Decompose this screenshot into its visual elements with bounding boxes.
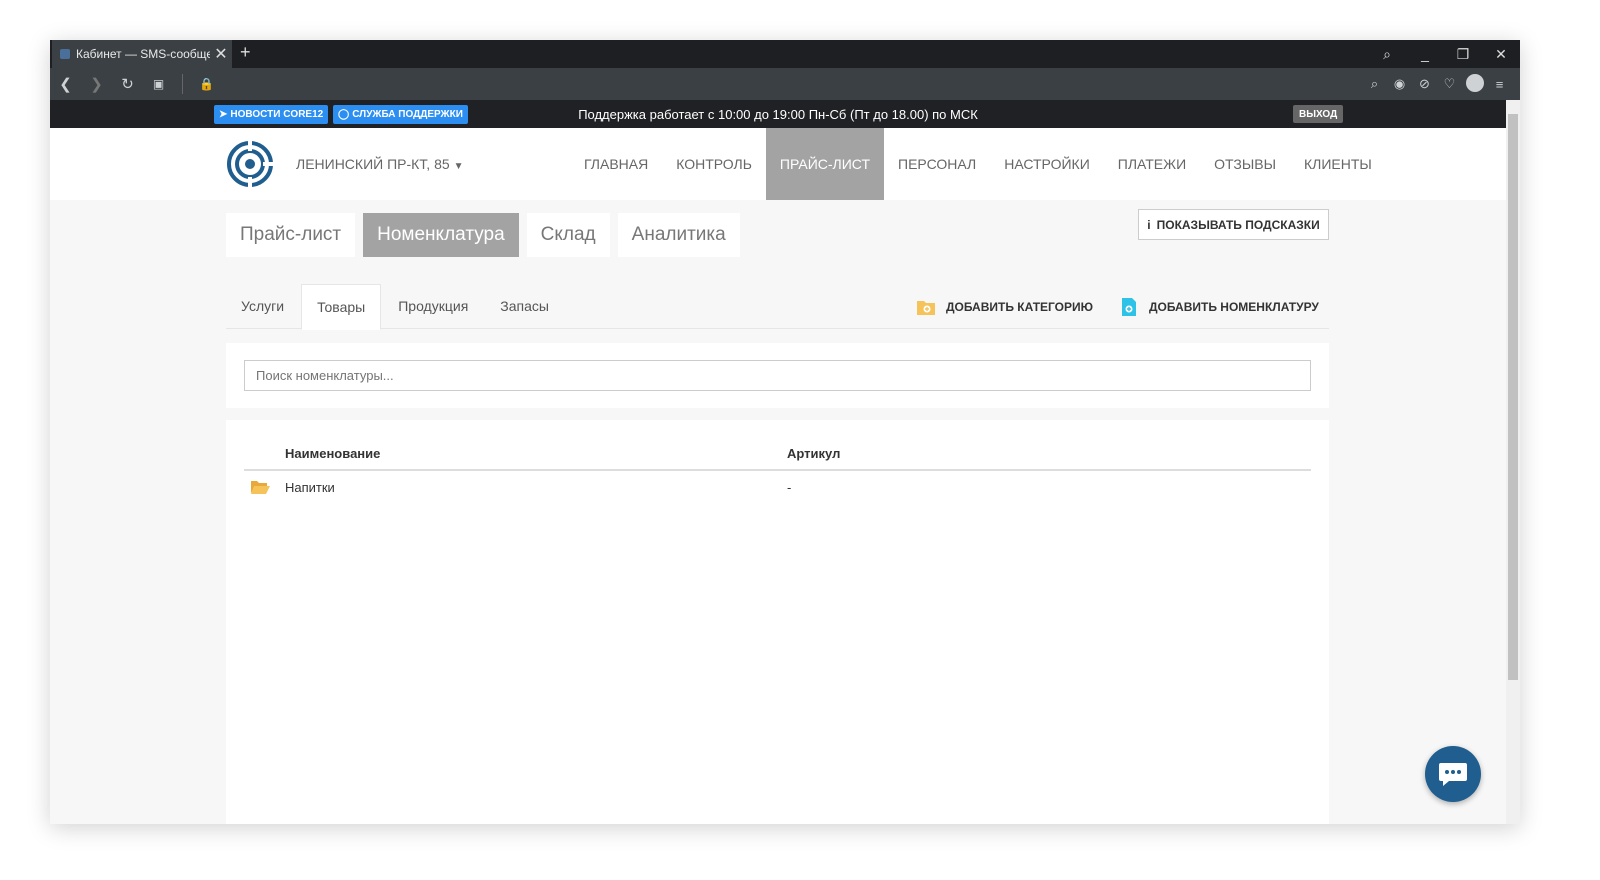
scrollbar-thumb[interactable]	[1508, 114, 1518, 680]
add-category-label: ДОБАВИТЬ КАТЕГОРИЮ	[946, 300, 1094, 314]
restore-icon[interactable]: ❐	[1444, 46, 1482, 63]
info-icon: i	[1147, 217, 1151, 232]
address-bar-tools: ⌕ ◉ ⊘ ♡ ≡	[1362, 68, 1512, 100]
browser-window: Кабинет — SMS-сообщения ✕ + ⌕ _ ❐ ✕ ❮ ❯ …	[50, 40, 1520, 824]
search-input[interactable]	[244, 360, 1311, 391]
logo-icon[interactable]	[226, 140, 274, 188]
table-row[interactable]: Напитки -	[244, 473, 1311, 505]
chat-icon	[1439, 763, 1467, 786]
menu-icon[interactable]: ≡	[1487, 77, 1512, 92]
browser-tab-bar: Кабинет — SMS-сообщения ✕ + ⌕ _ ❐ ✕	[50, 40, 1520, 68]
menu-item-price-list[interactable]: ПРАЙС-ЛИСТ	[765, 128, 884, 200]
camera-icon[interactable]: ◉	[1387, 76, 1412, 92]
file-add-icon	[1122, 298, 1136, 316]
menu-item-settings[interactable]: НАСТРОЙКИ	[990, 128, 1104, 200]
tab-analytics[interactable]: Аналитика	[617, 213, 740, 257]
lock-icon[interactable]: 🔒	[191, 77, 222, 91]
main-menu: ГЛАВНАЯ КОНТРОЛЬ ПРАЙС-ЛИСТ ПЕРСОНАЛ НАС…	[570, 128, 1386, 200]
tab-warehouse[interactable]: Склад	[526, 213, 610, 257]
close-tab-icon[interactable]: ✕	[210, 44, 232, 64]
page-content: Прайс-лист Номенклатура Склад Аналитика …	[50, 200, 1506, 824]
show-hints-label: ПОКАЗЫВАТЬ ПОДСКАЗКИ	[1156, 217, 1320, 232]
location-selector[interactable]: ЛЕНИНСКИЙ ПР-КТ, 85 ▼	[296, 156, 463, 172]
page-scrollbar[interactable]	[1506, 100, 1520, 824]
chat-button[interactable]	[1425, 746, 1481, 802]
nomenclature-table: Наименование Артикул Напитки -	[226, 420, 1329, 824]
folder-add-icon	[917, 301, 935, 315]
heart-icon[interactable]: ♡	[1437, 76, 1462, 92]
notice-bar: ➤ НОВОСТИ CORE12 ◯ СЛУЖБА ПОДДЕРЖКИ Подд…	[50, 100, 1506, 128]
tab-products[interactable]: Продукция	[383, 284, 483, 329]
add-nomenclature-label: ДОБАВИТЬ НОМЕНКЛАТУРУ	[1149, 300, 1319, 314]
menu-item-staff[interactable]: ПЕРСОНАЛ	[884, 128, 990, 200]
forward-icon[interactable]: ❯	[81, 75, 112, 93]
table-header: Наименование Артикул	[244, 442, 1311, 471]
tab-price-list[interactable]: Прайс-лист	[226, 213, 356, 257]
menu-item-clients[interactable]: КЛИЕНТЫ	[1290, 128, 1386, 200]
search-icon[interactable]: ⌕	[1368, 46, 1406, 63]
back-icon[interactable]: ❮	[50, 75, 81, 93]
menu-item-home[interactable]: ГЛАВНАЯ	[570, 128, 662, 200]
address-bar: ❮ ❯ ↻ ▣ 🔒 ⌕ ◉ ⊘ ♡ ≡	[50, 68, 1520, 100]
folder-open-icon	[251, 481, 270, 494]
add-nomenclature-button[interactable]: ДОБАВИТЬ НОМЕНКЛАТУРУ	[1119, 296, 1319, 318]
row-name[interactable]: Напитки	[285, 480, 335, 495]
location-label: ЛЕНИНСКИЙ ПР-КТ, 85	[296, 156, 450, 172]
avatar[interactable]	[1462, 73, 1487, 95]
tab-nomenclature[interactable]: Номенклатура	[363, 213, 519, 257]
tab-services[interactable]: Услуги	[226, 284, 299, 329]
search-panel	[226, 343, 1329, 408]
reload-icon[interactable]: ↻	[112, 75, 143, 93]
new-tab-icon[interactable]: +	[240, 42, 251, 63]
window-controls: ⌕ _ ❐ ✕	[1368, 40, 1520, 68]
exit-button[interactable]: ВЫХОД	[1293, 105, 1344, 123]
tab-stocks[interactable]: Запасы	[485, 284, 564, 329]
support-hours-message: Поддержка работает с 10:00 до 19:00 Пн-С…	[578, 107, 978, 122]
add-category-button[interactable]: ДОБАВИТЬ КАТЕГОРИЮ	[916, 296, 1093, 318]
menu-item-payments[interactable]: ПЛАТЕЖИ	[1104, 128, 1200, 200]
menu-item-control[interactable]: КОНТРОЛЬ	[662, 128, 766, 200]
minimize-icon[interactable]: _	[1406, 46, 1444, 62]
show-hints-button[interactable]: i ПОКАЗЫВАТЬ ПОДСКАЗКИ	[1138, 209, 1329, 240]
block-icon[interactable]: ⊘	[1412, 76, 1437, 92]
section-tabs: Прайс-лист Номенклатура Склад Аналитика	[226, 213, 748, 257]
row-article: -	[787, 480, 792, 495]
speed-dial-icon[interactable]: ▣	[143, 77, 174, 91]
browser-tab-title: Кабинет — SMS-сообщения	[76, 47, 210, 61]
browser-tab[interactable]: Кабинет — SMS-сообщения ✕	[52, 40, 232, 68]
divider	[182, 74, 183, 94]
column-article-header[interactable]: Артикул	[787, 446, 840, 461]
caret-down-icon: ▼	[453, 161, 464, 172]
tab-goods[interactable]: Товары	[301, 284, 382, 330]
close-window-icon[interactable]: ✕	[1482, 46, 1520, 63]
column-name-header[interactable]: Наименование	[285, 446, 380, 461]
search-icon[interactable]: ⌕	[1362, 76, 1387, 92]
site-header: ЛЕНИНСКИЙ ПР-КТ, 85 ▼ ГЛАВНАЯ КОНТРОЛЬ П…	[50, 128, 1506, 200]
favicon-icon	[60, 49, 70, 59]
menu-item-reviews[interactable]: ОТЗЫВЫ	[1200, 128, 1290, 200]
